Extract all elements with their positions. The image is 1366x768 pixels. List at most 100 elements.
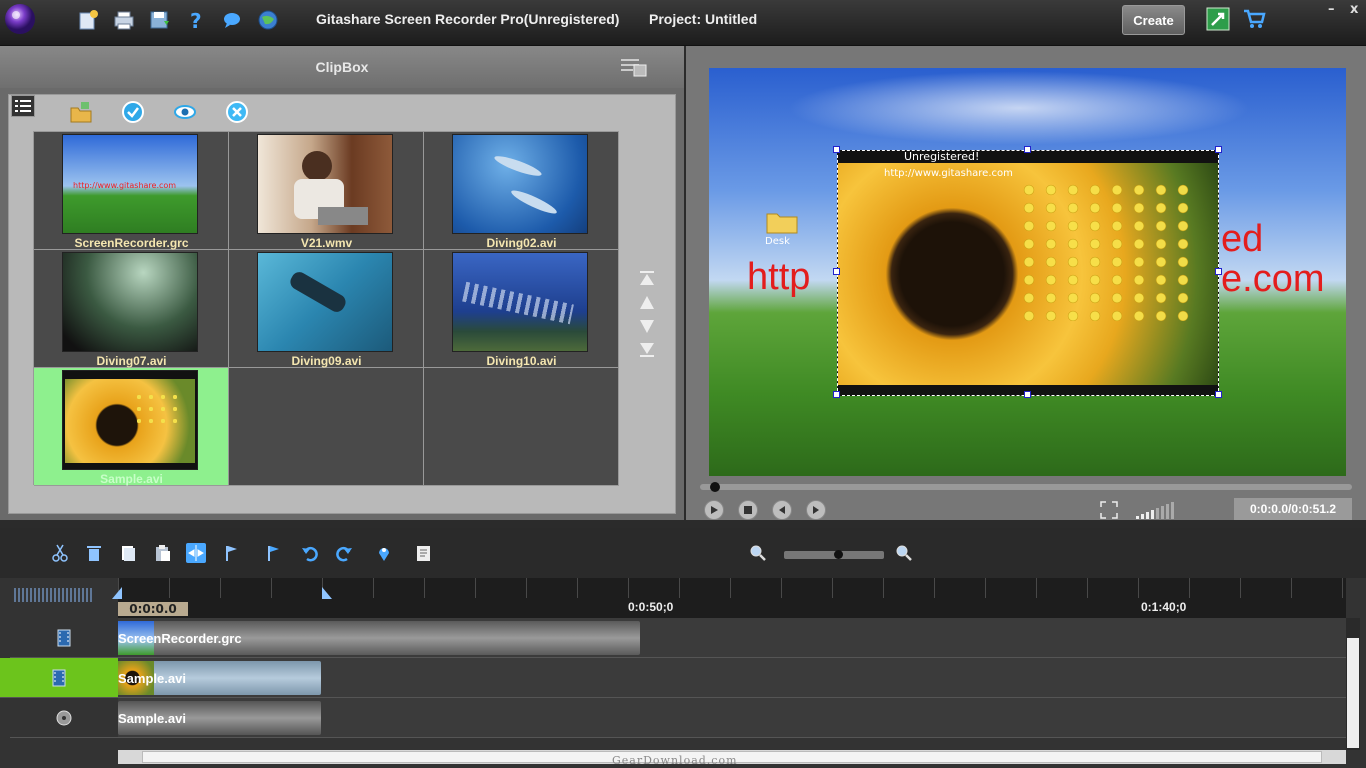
clipbox-dock-icon[interactable] <box>620 56 648 78</box>
track-grip-icon[interactable] <box>14 588 94 602</box>
list-view-icon[interactable] <box>11 95 35 117</box>
redo-icon[interactable] <box>334 543 354 563</box>
web-icon[interactable] <box>256 8 280 32</box>
track-head-video-1[interactable] <box>10 618 118 658</box>
playhead-end-marker[interactable] <box>320 584 334 603</box>
overlay-unregistered-text: Unregistered! <box>904 150 980 163</box>
film-icon <box>57 629 71 646</box>
clip-item[interactable]: V21.wmv <box>229 132 424 250</box>
mark-out-icon[interactable] <box>264 543 284 563</box>
clip-item[interactable]: Diving10.avi <box>424 250 619 368</box>
overlay-url-text: http://www.gitashare.com <box>884 168 1013 179</box>
zoom-out-icon[interactable] <box>748 543 768 563</box>
track-head-audio[interactable] <box>10 698 118 738</box>
location-marker-icon[interactable] <box>374 543 394 563</box>
copy-icon[interactable] <box>118 543 138 563</box>
clip-label: V21.wmv <box>300 236 353 250</box>
delete-icon[interactable] <box>225 100 249 124</box>
timeline-toolbar <box>0 528 1366 578</box>
seek-handle[interactable] <box>710 482 720 492</box>
stop-button[interactable] <box>738 500 758 520</box>
resize-handle[interactable] <box>1215 268 1222 275</box>
clip-item[interactable]: Diving09.avi <box>229 250 424 368</box>
close-button[interactable]: x <box>1350 2 1358 17</box>
playhead-start-marker[interactable] <box>110 584 124 603</box>
scroll-down-icon[interactable] <box>638 317 656 335</box>
preview-eye-icon[interactable] <box>173 100 197 124</box>
print-icon[interactable] <box>112 8 136 32</box>
track-head-video-2-active[interactable] <box>0 658 118 698</box>
timeline-clip-label: ScreenRecorder.grc <box>118 631 242 646</box>
save-icon[interactable] <box>148 8 172 32</box>
timeline-vertical-scrollbar[interactable] <box>1346 618 1360 750</box>
paste-icon[interactable] <box>152 543 172 563</box>
clip-item[interactable]: Diving02.avi <box>424 132 619 250</box>
clip-item[interactable]: http://www.gitashare.com ScreenRecorder.… <box>34 132 229 250</box>
vertical-scroll-thumb[interactable] <box>1347 638 1359 748</box>
import-folder-icon[interactable] <box>69 100 93 124</box>
ruler-mark-1: 0:0:50;0 <box>628 600 674 614</box>
minimize-button[interactable]: – <box>1328 2 1335 17</box>
register-icon[interactable] <box>1206 7 1230 31</box>
clip-label: Diving09.avi <box>291 354 362 368</box>
track-lane-audio[interactable]: Sample.avi <box>118 698 1346 738</box>
zoom-slider-handle[interactable] <box>834 550 843 559</box>
resize-handle[interactable] <box>1215 146 1222 153</box>
seek-bar[interactable] <box>700 482 1352 492</box>
resize-handle[interactable] <box>833 268 840 275</box>
resize-handle[interactable] <box>833 391 840 398</box>
resize-handle[interactable] <box>1024 146 1031 153</box>
previous-frame-button[interactable] <box>772 500 792 520</box>
cut-icon[interactable] <box>50 543 70 563</box>
cart-icon[interactable] <box>1242 7 1266 31</box>
chat-icon[interactable] <box>220 8 244 32</box>
undo-icon[interactable] <box>300 543 320 563</box>
play-button[interactable] <box>704 500 724 520</box>
clipbox-header: ClipBox <box>0 46 684 88</box>
desktop-icon-label: Desk <box>765 236 790 247</box>
timeline-area: 0:0:0.0 0:0:50;0 0:1:40;0 ScreenRecorder… <box>0 528 1366 768</box>
clip-item[interactable]: Diving07.avi <box>34 250 229 368</box>
check-icon[interactable] <box>121 100 145 124</box>
preview-canvas[interactable]: Desk http ed e.com Unregistered! http://… <box>709 68 1346 476</box>
new-project-icon[interactable] <box>76 8 100 32</box>
resize-handle[interactable] <box>833 146 840 153</box>
empty-clip-slot <box>229 368 424 486</box>
timeline-clip[interactable]: Sample.avi <box>118 701 321 735</box>
clip-label: Sample.avi <box>100 472 163 486</box>
clipbox-title: ClipBox <box>315 59 369 75</box>
scroll-top-icon[interactable] <box>638 269 656 287</box>
scroll-up-icon[interactable] <box>638 293 656 311</box>
timeline-clip[interactable]: Sample.avi <box>118 661 321 695</box>
create-button[interactable]: Create <box>1122 5 1185 35</box>
next-frame-button[interactable] <box>806 500 826 520</box>
overlay-video[interactable]: Unregistered! http://www.gitashare.com <box>837 150 1219 396</box>
clip-thumbnail <box>62 370 198 470</box>
timeline-ruler[interactable]: 0:0:0.0 0:0:50;0 0:1:40;0 <box>112 578 1346 618</box>
volume-icon[interactable] <box>1136 500 1176 520</box>
title-bar: ? Gitashare Screen Recorder Pro(Unregist… <box>0 0 1366 46</box>
timeline-clip[interactable]: ScreenRecorder.grc <box>118 621 640 655</box>
scroll-bottom-icon[interactable] <box>638 341 656 359</box>
zoom-in-icon[interactable] <box>894 543 914 563</box>
clip-label: Diving02.avi <box>486 236 557 250</box>
ruler-mark-2: 0:1:40;0 <box>1141 600 1187 614</box>
help-icon[interactable]: ? <box>184 8 208 32</box>
zoom-slider[interactable] <box>784 550 884 559</box>
mark-in-icon[interactable] <box>222 543 242 563</box>
fullscreen-icon[interactable] <box>1100 501 1118 519</box>
clipbox-panel: ClipBox http://www.gitashare.com ScreenR… <box>0 46 684 520</box>
clip-properties-icon[interactable] <box>414 543 434 563</box>
split-icon[interactable] <box>186 543 206 563</box>
ruler-start-time: 0:0:0.0 <box>118 602 188 616</box>
clip-item-selected[interactable]: Sample.avi <box>34 368 229 486</box>
track-lane-video-1[interactable]: ScreenRecorder.grc <box>118 618 1346 658</box>
track-lane-video-2[interactable]: Sample.avi <box>118 658 1346 698</box>
bg-watermark-right-2: e.com <box>1221 258 1325 300</box>
resize-handle[interactable] <box>1215 391 1222 398</box>
resize-handle[interactable] <box>1024 391 1031 398</box>
clip-thumbnail <box>452 252 588 352</box>
delete-clip-icon[interactable] <box>84 543 104 563</box>
app-logo-icon[interactable] <box>4 3 36 35</box>
clip-thumbnail <box>257 252 393 352</box>
